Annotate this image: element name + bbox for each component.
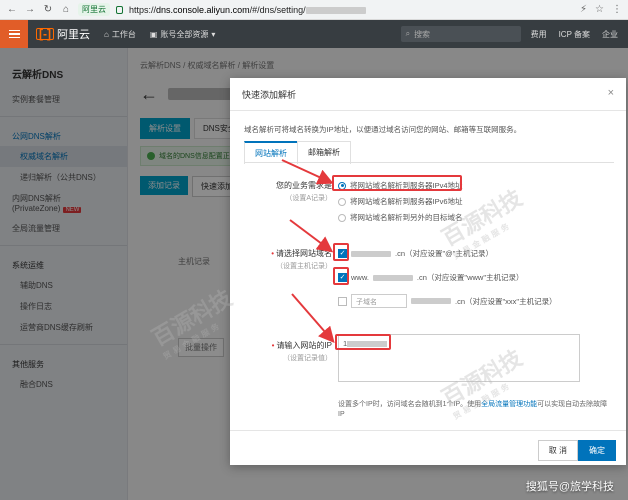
site-badge-label: 阿里云: [82, 5, 106, 14]
url-redacted: [305, 6, 366, 14]
lightning-icon[interactable]: ⚡: [580, 4, 587, 15]
option-cname[interactable]: 将网站域名解析到另外的目标域名: [338, 212, 463, 223]
menu-icon[interactable]: ⋮: [612, 4, 622, 15]
account-switch-label: 账号全部资源: [160, 29, 209, 39]
ip-label: • 请输入网站的IP （设置记录值）: [234, 340, 332, 363]
tabs-divider: [244, 162, 614, 163]
forward-icon[interactable]: →: [24, 4, 36, 16]
annotation-box-root: [333, 243, 349, 261]
domain-redacted: [411, 298, 451, 304]
account-icon: ▣: [149, 29, 158, 39]
annotation-box-ip: [335, 334, 391, 350]
ip-label-text: 请输入网站的IP: [276, 341, 332, 350]
radio-icon[interactable]: [338, 197, 346, 206]
required-mark: •: [271, 249, 274, 258]
address-bar[interactable]: https://dns.console.aliyun.com/#/dns/set…: [129, 5, 574, 15]
quick-add-modal: 快速添加解析 × 域名解析可将域名转换为IP地址，以便通过域名访问您的网站、邮箱…: [230, 78, 626, 465]
domain-www-suffix: .cn（对应设置"www"主机记录）: [416, 273, 524, 282]
home-icon[interactable]: ⌂: [60, 4, 72, 16]
browser-toolbar: ← → ↻ ⌂ 阿里云 https://dns.console.aliyun.c…: [0, 0, 628, 20]
modal-description: 域名解析可将域名转换为IP地址，以便通过域名访问您的网站、邮箱等互联网服务。: [244, 125, 522, 134]
domain-sub-row[interactable]: 子域名 .cn（对应设置"xxx"主机记录）: [338, 294, 557, 308]
tab-mail[interactable]: 邮箱解析: [297, 141, 351, 164]
domain-redacted: [372, 274, 413, 281]
url-prefix: https://: [129, 4, 157, 15]
gtm-link[interactable]: 全局流量管理功能: [481, 401, 537, 408]
star-icon[interactable]: ☆: [595, 4, 604, 15]
subdomain-input[interactable]: 子域名: [351, 294, 407, 308]
option-ipv6-label: 将网站域名解析到服务器IPv6地址: [350, 197, 463, 206]
account-switch[interactable]: ▣ 账号全部资源 ▾: [150, 29, 216, 40]
app-header: [-] 阿里云 ⌂ 工作台 ▣ 账号全部资源 ▾ ⌕ 搜索 费用 ICP 备案 …: [0, 20, 628, 48]
domain-redacted: [351, 250, 391, 257]
logo-mark-icon: [-]: [36, 28, 54, 40]
domain-hint: （设置主机记录）: [276, 263, 332, 270]
home-icon: ⌂: [104, 29, 109, 39]
domain-www-row[interactable]: ✓ www. .cn（对应设置"www"主机记录）: [338, 272, 524, 283]
annotation-box-ipv4: [332, 175, 462, 191]
need-hint: （设置A记录）: [285, 195, 332, 202]
site-badge: 阿里云: [78, 3, 110, 16]
modal-divider: [230, 110, 626, 111]
need-label: 您的业务需求是 （设置A记录）: [234, 180, 332, 203]
search-input[interactable]: ⌕ 搜索: [400, 26, 521, 42]
radio-icon[interactable]: [338, 213, 346, 222]
domain-root-row[interactable]: ✓ .cn（对应设置"@"主机记录）: [338, 248, 493, 259]
workbench-link[interactable]: ⌂ 工作台: [104, 29, 136, 40]
logo-text: 阿里云: [57, 29, 90, 41]
modal-footer-divider: [230, 430, 626, 431]
lock-icon: [116, 5, 123, 14]
option-cname-label: 将网站域名解析到另外的目标域名: [350, 213, 463, 222]
annotation-box-www: [333, 267, 349, 285]
workbench-label: 工作台: [111, 29, 136, 39]
option-ipv6[interactable]: 将网站域名解析到服务器IPv6地址: [338, 196, 463, 207]
chevron-down-icon: ▾: [211, 29, 216, 39]
domain-www-prefix: www.: [351, 273, 369, 282]
header-link-icp[interactable]: ICP 备案: [559, 29, 590, 40]
tab-website[interactable]: 网站解析: [244, 141, 298, 164]
source-credit: 搜狐号@旅学科技: [525, 481, 614, 493]
domain-label: • 请选择网站域名 （设置主机记录）: [234, 248, 332, 271]
modal-tabs: 网站解析 邮箱解析: [244, 141, 351, 164]
header-link-fee[interactable]: 费用: [531, 29, 547, 40]
aliyun-logo[interactable]: [-] 阿里云: [36, 26, 90, 42]
checkbox-icon[interactable]: [338, 296, 347, 306]
search-placeholder: 搜索: [414, 29, 431, 39]
cancel-button[interactable]: 取 消: [537, 440, 578, 461]
need-label-text: 您的业务需求是: [276, 181, 332, 190]
modal-title: 快速添加解析: [242, 90, 297, 100]
url-host: dns.console.aliyun.com: [156, 4, 250, 15]
domain-label-text: 请选择网站域名: [276, 249, 332, 258]
back-icon[interactable]: ←: [6, 4, 18, 16]
confirm-button[interactable]: 确定: [578, 440, 616, 461]
domain-root-suffix: .cn（对应设置"@"主机记录）: [395, 249, 493, 258]
header-link-enterprise[interactable]: 企业: [602, 29, 618, 40]
required-mark: •: [271, 341, 275, 350]
domain-sub-suffix: .cn（对应设置"xxx"主机记录）: [455, 296, 557, 306]
reload-icon[interactable]: ↻: [42, 4, 54, 16]
close-icon[interactable]: ×: [608, 87, 614, 99]
hamburger-icon[interactable]: [0, 20, 28, 48]
note-pre: 设置多个IP时，访问域名会随机到1个IP。使用: [338, 401, 482, 408]
url-path: /#/dns/setting/: [249, 4, 306, 15]
ip-hint: （设置记录值）: [283, 355, 332, 362]
search-icon: ⌕: [405, 29, 411, 38]
ip-note: 设置多个IP时，访问域名会随机到1个IP。使用全局流量管理功能可以实现自动去除故…: [338, 400, 608, 420]
